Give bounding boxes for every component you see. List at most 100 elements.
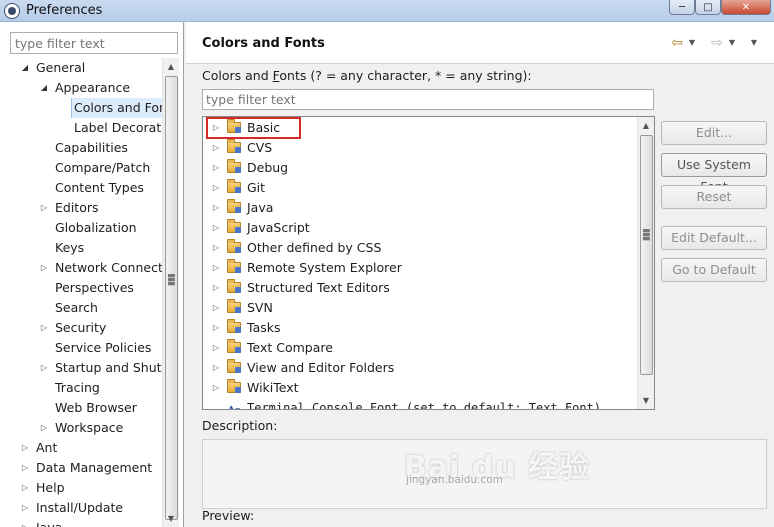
expanded-twisty-icon[interactable]: ◢: [39, 78, 49, 98]
tree-item[interactable]: Perspectives: [0, 278, 162, 298]
tree-item[interactable]: Compare/Patch: [0, 158, 162, 178]
edit-default-button[interactable]: Edit Default...: [661, 226, 767, 250]
tree-item[interactable]: ▷ Install/Update: [0, 498, 162, 518]
colors-fonts-scrollbar[interactable]: ▲ ▬ ▬ ▬ ▼: [637, 117, 654, 409]
tree-item[interactable]: Keys: [0, 238, 162, 258]
category-label: Java: [247, 200, 274, 215]
collapsed-twisty-icon[interactable]: ▷: [211, 238, 221, 258]
category-row[interactable]: ▷ Structured Text Editors: [203, 278, 637, 298]
tree-item[interactable]: ◢ Appearance: [0, 78, 162, 98]
minimize-button[interactable]: ─: [669, 0, 695, 15]
collapsed-twisty-icon[interactable]: ▷: [20, 458, 30, 478]
font-definition-row[interactable]: Aa Terminal Console Font (set to default:…: [203, 398, 637, 410]
tree-item[interactable]: Content Types: [0, 178, 162, 198]
tree-item[interactable]: ▷ Workspace: [0, 418, 162, 438]
tree-item[interactable]: ▷ Startup and Shutdown: [0, 358, 162, 378]
page-title: Colors and Fonts: [202, 36, 325, 51]
scroll-up-icon[interactable]: ▲: [163, 58, 179, 75]
collapsed-twisty-icon[interactable]: ▷: [211, 338, 221, 358]
go-to-default-button[interactable]: Go to Default: [661, 258, 767, 282]
tree-item[interactable]: ▷ Editors: [0, 198, 162, 218]
collapsed-twisty-icon[interactable]: ▷: [211, 378, 221, 398]
category-row[interactable]: ▷ Remote System Explorer: [203, 258, 637, 278]
tree-item[interactable]: ▷ Data Management: [0, 458, 162, 478]
tree-item[interactable]: Service Policies: [0, 338, 162, 358]
collapsed-twisty-icon[interactable]: ▷: [211, 218, 221, 238]
tree-item[interactable]: Capabilities: [0, 138, 162, 158]
category-row[interactable]: ▷ View and Editor Folders: [203, 358, 637, 378]
tree-item[interactable]: ▷ Network Connections: [0, 258, 162, 278]
collapsed-twisty-icon[interactable]: ▷: [39, 318, 49, 338]
title-bar: Preferences ─ □ ✕: [0, 0, 774, 22]
instruction-text-before: Colors and: [202, 68, 273, 83]
tree-item[interactable]: ▷ Security: [0, 318, 162, 338]
view-menu-chevron-icon[interactable]: ▼: [746, 34, 762, 52]
collapsed-twisty-icon[interactable]: ▷: [211, 178, 221, 198]
forward-history-chevron-icon[interactable]: ▼: [726, 34, 738, 52]
scroll-down-icon[interactable]: ▼: [638, 392, 654, 409]
tree-item[interactable]: Web Browser: [0, 398, 162, 418]
folder-icon: [227, 379, 241, 393]
category-row[interactable]: ▷ Debug: [203, 158, 637, 178]
tree-item-label: Colors and Fonts: [70, 98, 162, 118]
category-row[interactable]: ▷ Other defined by CSS: [203, 238, 637, 258]
category-row[interactable]: ▷ Tasks: [203, 318, 637, 338]
collapsed-twisty-icon[interactable]: ▷: [20, 438, 30, 458]
category-row[interactable]: ▷ WikiText: [203, 378, 637, 398]
collapsed-twisty-icon[interactable]: ▷: [211, 198, 221, 218]
category-label: Tasks: [247, 320, 281, 335]
collapsed-twisty-icon[interactable]: ▷: [211, 298, 221, 318]
scroll-thumb[interactable]: [640, 135, 653, 375]
tree-item[interactable]: Globalization: [0, 218, 162, 238]
maximize-button[interactable]: □: [695, 0, 721, 15]
category-row[interactable]: ▷ Text Compare: [203, 338, 637, 358]
collapsed-twisty-icon[interactable]: ▷: [20, 498, 30, 518]
category-row[interactable]: ▷ Java: [203, 198, 637, 218]
colors-and-fonts-instruction: Colors and Fonts (? = any character, * =…: [202, 68, 532, 83]
category-row[interactable]: ▷ Git: [203, 178, 637, 198]
category-row[interactable]: ▷ SVN: [203, 298, 637, 318]
tree-item[interactable]: Colors and Fonts: [0, 98, 162, 118]
tree-item-label: Data Management: [36, 460, 153, 475]
category-row[interactable]: ▷ CVS: [203, 138, 637, 158]
tree-item-label: Help: [36, 480, 65, 495]
collapsed-twisty-icon[interactable]: ▷: [39, 418, 49, 438]
collapsed-twisty-icon[interactable]: ▷: [211, 258, 221, 278]
back-arrow-icon[interactable]: ⇦: [668, 34, 686, 52]
category-label: SVN: [247, 300, 273, 315]
collapsed-twisty-icon[interactable]: ▷: [211, 318, 221, 338]
collapsed-twisty-icon[interactable]: ▷: [20, 478, 30, 498]
forward-arrow-icon[interactable]: ⇨: [708, 34, 726, 52]
collapsed-twisty-icon[interactable]: ▷: [39, 258, 49, 278]
folder-icon: [227, 279, 241, 293]
tree-item[interactable]: ▷ Help: [0, 478, 162, 498]
tree-item[interactable]: Tracing: [0, 378, 162, 398]
collapsed-twisty-icon[interactable]: ▷: [39, 198, 49, 218]
scroll-thumb[interactable]: [165, 76, 178, 520]
collapsed-twisty-icon[interactable]: ▷: [211, 158, 221, 178]
tree-item[interactable]: Search: [0, 298, 162, 318]
category-row[interactable]: ▷ JavaScript: [203, 218, 637, 238]
font-definition-label: Terminal Console Font (set to default: T…: [247, 401, 602, 410]
collapsed-twisty-icon[interactable]: ▷: [211, 358, 221, 378]
colors-fonts-filter-input[interactable]: [202, 89, 654, 110]
reset-button[interactable]: Reset: [661, 185, 767, 209]
navigation-scrollbar[interactable]: ▲ ▬ ▬ ▬ ▼: [162, 58, 179, 527]
navigation-filter-input[interactable]: [10, 32, 178, 54]
expanded-twisty-icon[interactable]: ◢: [20, 58, 30, 78]
tree-item[interactable]: Label Decorations: [0, 118, 162, 138]
edit-button[interactable]: Edit...: [661, 121, 767, 145]
close-button[interactable]: ✕: [721, 0, 771, 15]
collapsed-twisty-icon[interactable]: ▷: [39, 358, 49, 378]
collapsed-twisty-icon[interactable]: ▷: [211, 138, 221, 158]
tree-item[interactable]: ▷ Java: [0, 518, 162, 527]
tree-item[interactable]: ▷ Ant: [0, 438, 162, 458]
tree-item[interactable]: ◢ General: [0, 58, 162, 78]
use-system-font-button[interactable]: Use System Font: [661, 153, 767, 194]
back-history-chevron-icon[interactable]: ▼: [686, 34, 698, 52]
collapsed-twisty-icon[interactable]: ▷: [211, 278, 221, 298]
scroll-up-icon[interactable]: ▲: [638, 117, 654, 134]
collapsed-twisty-icon[interactable]: ▷: [20, 518, 30, 527]
scroll-down-icon[interactable]: ▼: [163, 510, 179, 527]
category-row[interactable]: ▷ Basic: [203, 117, 637, 139]
